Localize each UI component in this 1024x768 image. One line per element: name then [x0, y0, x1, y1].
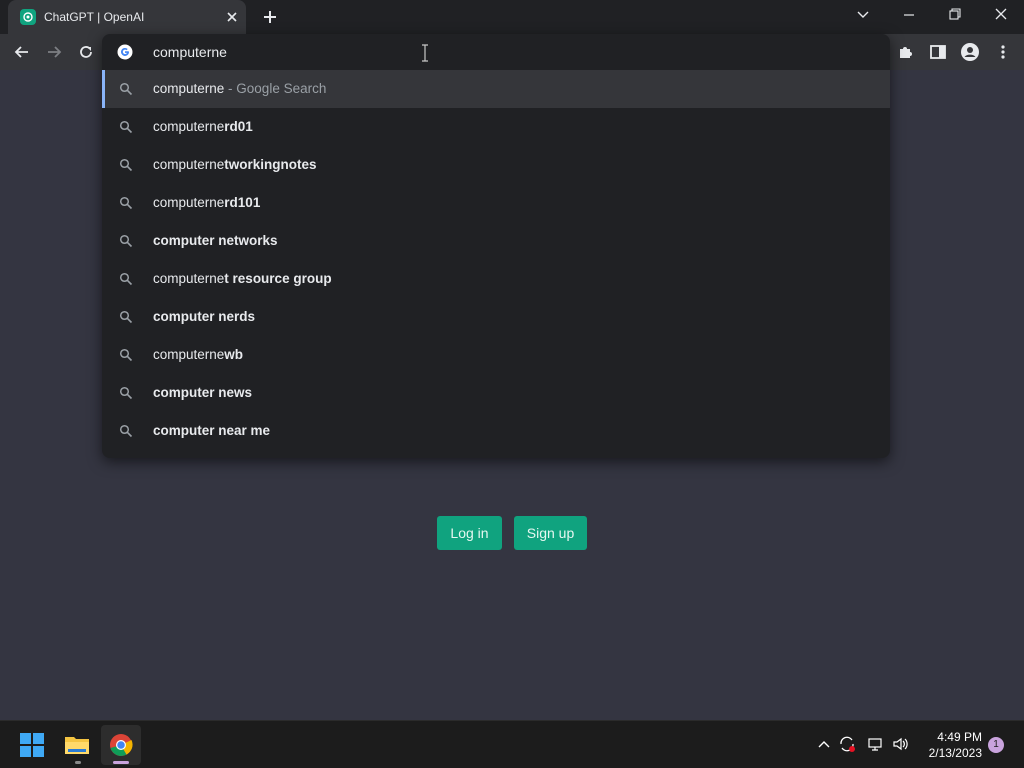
back-arrow-icon[interactable] [12, 42, 32, 62]
signup-button[interactable]: Sign up [514, 516, 587, 550]
notification-badge[interactable]: 1 [988, 737, 1004, 753]
sync-icon[interactable] [838, 735, 856, 753]
search-icon [119, 348, 133, 362]
forward-arrow-icon[interactable] [44, 42, 64, 62]
suggestion-completion: t resource group [224, 271, 332, 286]
omnibox-suggestion[interactable]: computer networks [102, 222, 890, 260]
suggestion-completion: wb [224, 347, 244, 362]
omnibox-suggestion[interactable]: computernewb [102, 336, 890, 374]
volume-icon[interactable] [891, 735, 909, 753]
suggestion-text: computernetworkingnotes [153, 157, 317, 172]
app-active-indicator [113, 761, 129, 764]
suggestion-typed: computerne [153, 347, 225, 362]
selection-bar [102, 70, 105, 108]
search-icon [119, 120, 133, 134]
file-explorer-icon[interactable] [57, 725, 97, 765]
suggestion-text: computernerd01 [153, 119, 253, 134]
suggestion-text: computer news [153, 385, 252, 400]
suggestion-completion: rd101 [224, 195, 261, 210]
close-window-icon[interactable] [989, 5, 1013, 25]
minimize-icon[interactable] [897, 5, 921, 25]
tab-strip: ChatGPT | OpenAI [0, 0, 1024, 34]
chrome-icon[interactable] [101, 725, 141, 765]
suggestion-typed: computerne [153, 271, 225, 286]
omnibox-suggestion[interactable]: computernet resource group [102, 260, 890, 298]
close-icon[interactable] [224, 9, 240, 25]
suggestion-text: computerne - Google Search [153, 81, 326, 96]
omnibox-suggestion[interactable]: computer news [102, 374, 890, 412]
suggestion-completion: computer near me [153, 423, 271, 438]
omnibox-suggestion[interactable]: computer nerds [102, 298, 890, 336]
omnibox-input[interactable] [153, 43, 753, 61]
plus-icon[interactable] [260, 7, 280, 27]
chevron-down-icon[interactable] [851, 5, 875, 25]
omnibox-suggestion[interactable]: computer near me [102, 412, 890, 450]
text-cursor-icon [420, 44, 430, 62]
omnibox-suggestion[interactable]: computernetworkingnotes [102, 146, 890, 184]
suggestion-completion: computer nerds [153, 309, 256, 324]
suggestion-completion: computer news [153, 385, 253, 400]
side-panel-icon[interactable] [928, 42, 948, 62]
google-g-icon [117, 44, 133, 60]
search-icon [119, 386, 133, 400]
suggestion-completion: computer networks [153, 233, 278, 248]
search-icon [119, 82, 133, 96]
chatgpt-logo-icon [20, 9, 36, 25]
reload-icon[interactable] [76, 42, 96, 62]
app-running-indicator [75, 761, 81, 764]
login-button[interactable]: Log in [437, 516, 502, 550]
suggestion-typed: computerne [153, 81, 225, 96]
search-icon [119, 424, 133, 438]
restore-icon[interactable] [943, 5, 967, 25]
suggestion-suffix: - Google Search [224, 81, 327, 96]
suggestion-text: computer nerds [153, 309, 255, 324]
suggestion-text: computer networks [153, 233, 278, 248]
suggestion-typed: computerne [153, 119, 225, 134]
chevron-up-icon[interactable] [815, 735, 833, 753]
windows-start-icon[interactable] [12, 725, 52, 765]
search-icon [119, 158, 133, 172]
suggestion-text: computer near me [153, 423, 270, 438]
search-icon [119, 196, 133, 210]
clock-time: 4:49 PM [937, 730, 982, 744]
search-icon [119, 234, 133, 248]
taskbar: 4:49 PM 2/13/2023 1 [0, 720, 1024, 768]
omnibox-suggestion[interactable]: computernerd01 [102, 108, 890, 146]
omnibox-input-row[interactable] [102, 34, 890, 70]
omnibox-suggestion[interactable]: computerne - Google Search [102, 70, 890, 108]
tab-title: ChatGPT | OpenAI [44, 10, 145, 24]
network-icon[interactable] [866, 735, 884, 753]
suggestion-completion: rd01 [224, 119, 253, 134]
omnibox-dropdown: computerne - Google Searchcomputernerd01… [102, 34, 890, 458]
search-icon [119, 310, 133, 324]
taskbar-clock[interactable]: 4:49 PM 2/13/2023 [916, 729, 982, 761]
more-vertical-icon[interactable] [993, 42, 1013, 62]
tab-chatgpt[interactable]: ChatGPT | OpenAI [8, 0, 246, 34]
clock-date: 2/13/2023 [928, 746, 982, 760]
suggestion-text: computernewb [153, 347, 243, 362]
extensions-puzzle-icon[interactable] [896, 42, 916, 62]
search-icon [119, 272, 133, 286]
suggestion-text: computernerd101 [153, 195, 260, 210]
profile-icon[interactable] [960, 42, 980, 62]
omnibox-suggestion[interactable]: computernerd101 [102, 184, 890, 222]
suggestion-completion: tworkingnotes [224, 157, 317, 172]
suggestion-typed: computerne [153, 157, 225, 172]
suggestion-text: computernet resource group [153, 271, 332, 286]
suggestion-typed: computerne [153, 195, 225, 210]
